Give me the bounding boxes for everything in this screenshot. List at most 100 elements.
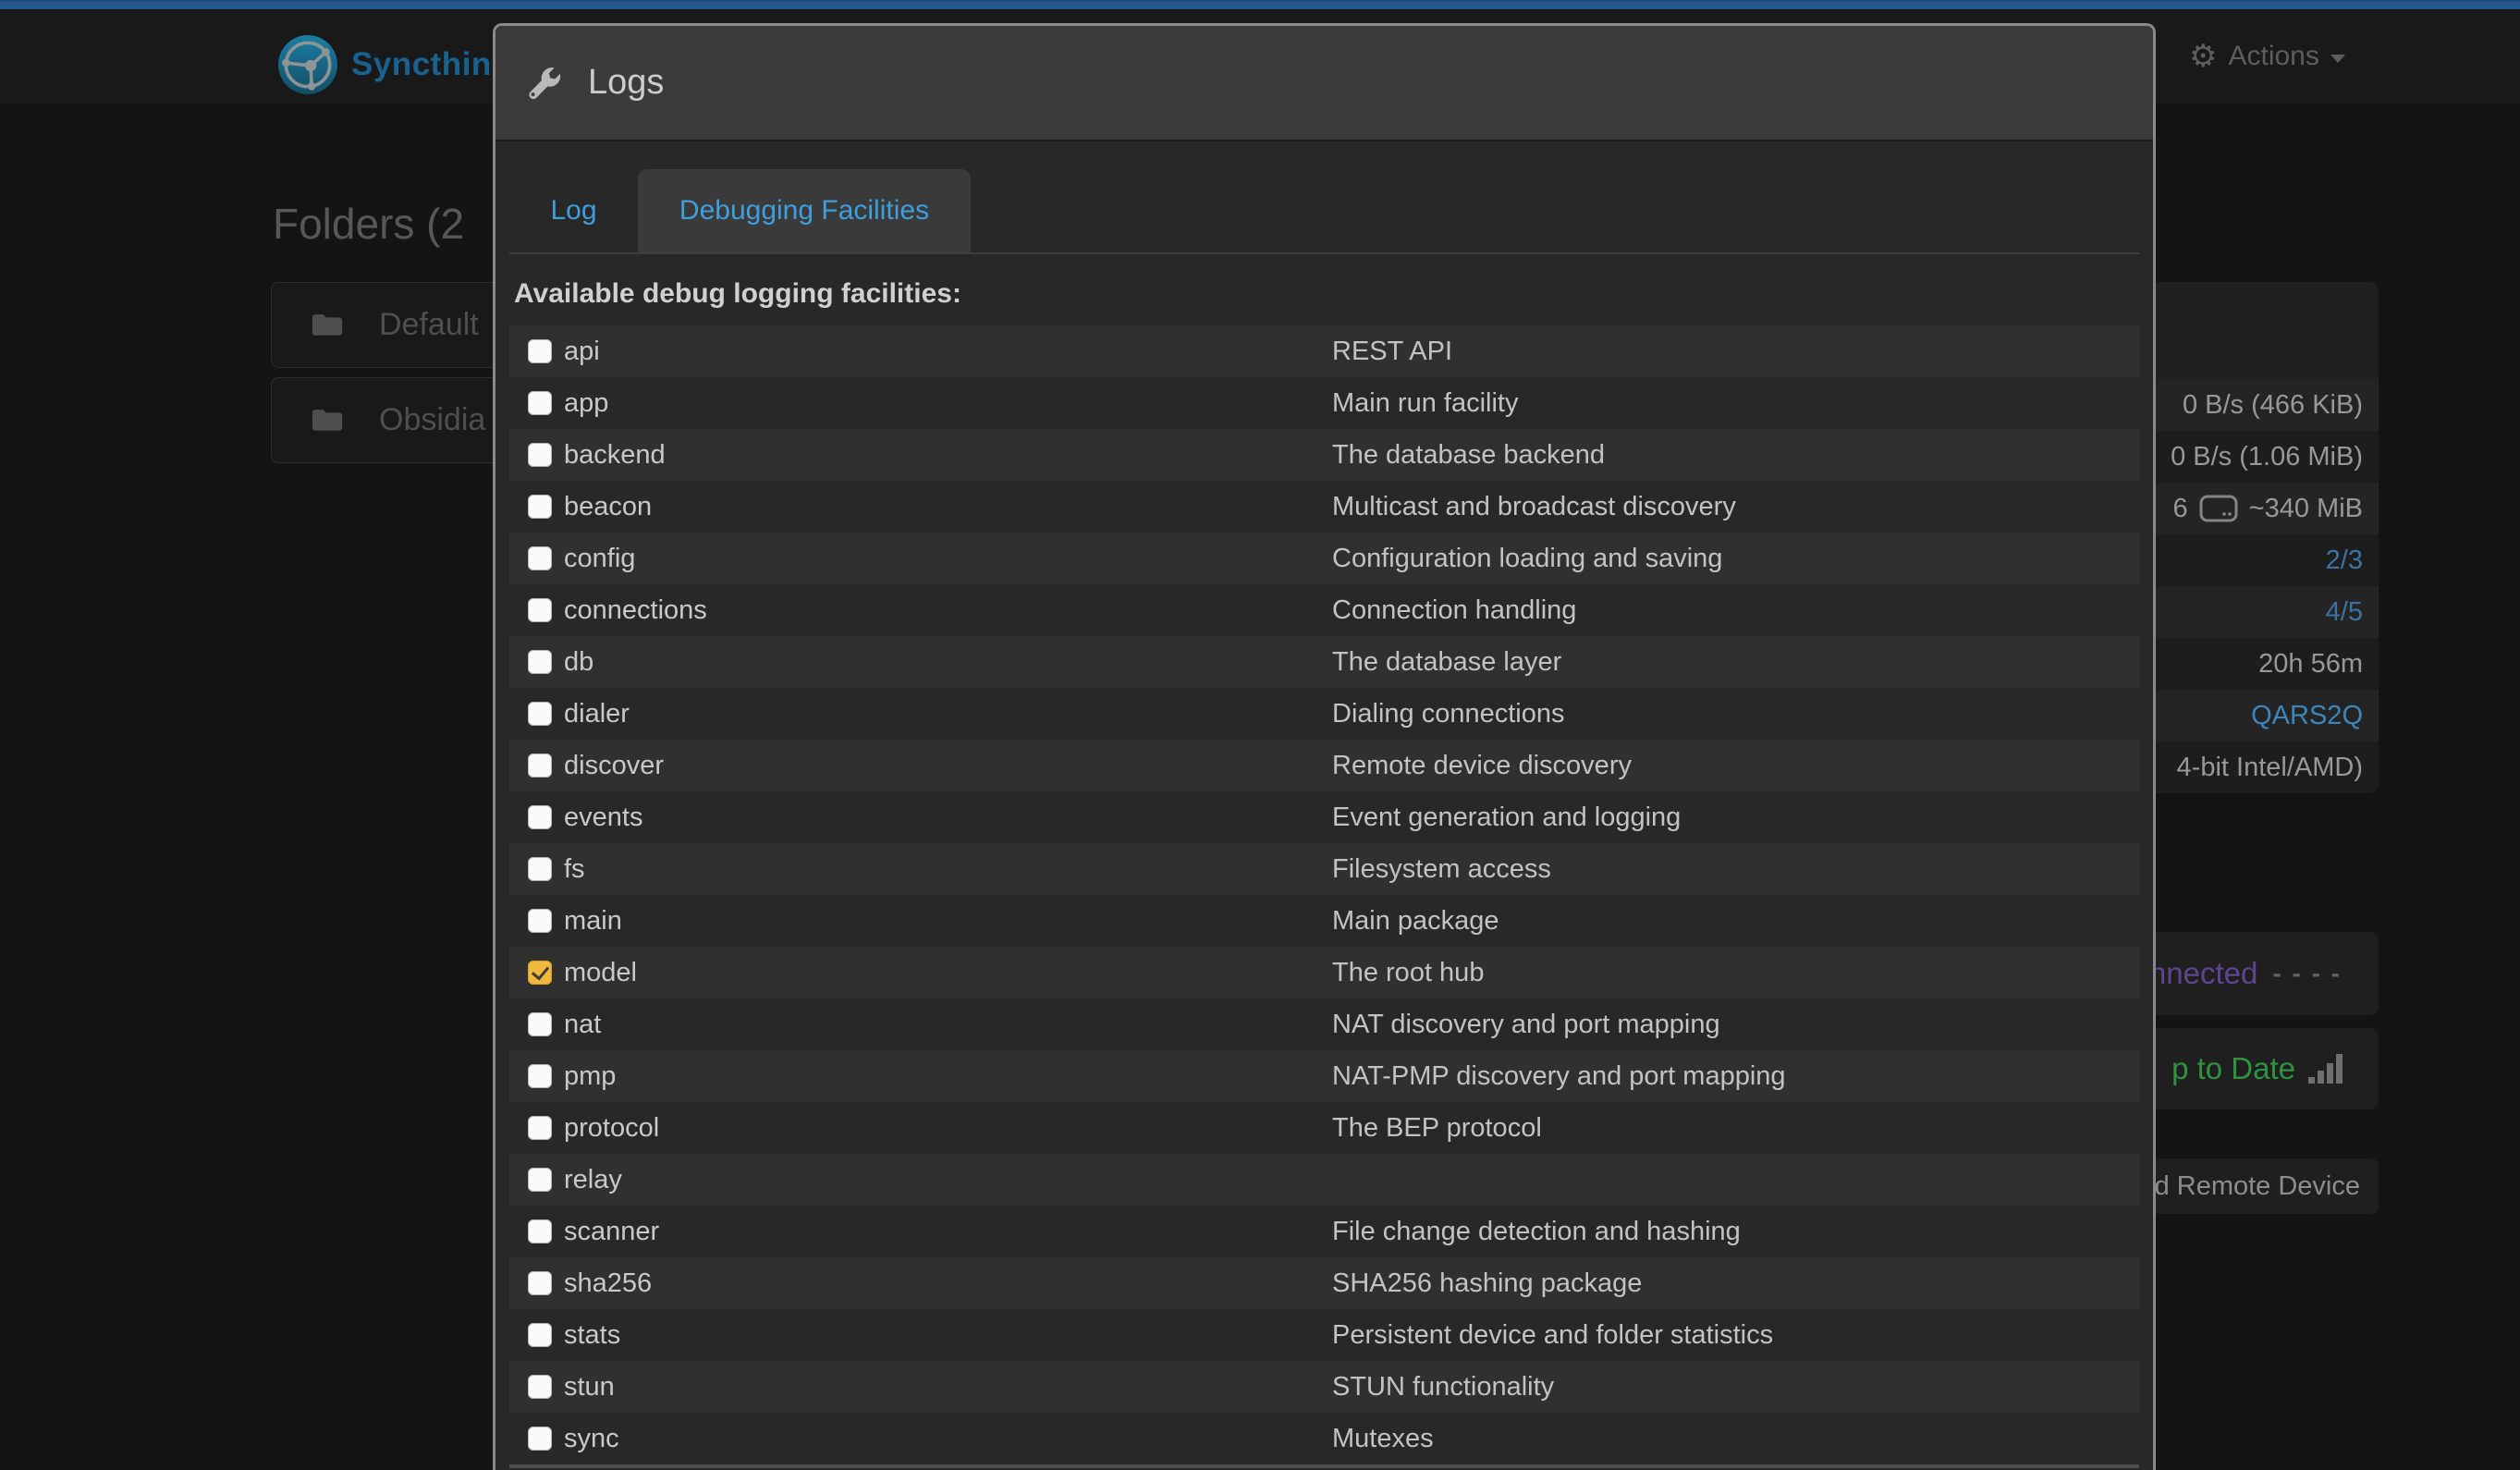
facility-name: config <box>564 544 635 574</box>
facility-row-main: main Main package <box>509 895 2139 947</box>
facility-name-cell: scanner <box>509 1217 1332 1247</box>
facility-checkbox[interactable] <box>528 961 552 985</box>
facility-name-cell: fs <box>509 854 1332 885</box>
facility-checkbox[interactable] <box>528 1064 552 1088</box>
facility-name: main <box>564 906 622 937</box>
facility-name: pmp <box>564 1061 616 1092</box>
facility-description: Dialing connections <box>1332 699 2139 729</box>
facility-name-cell: dialer <box>509 699 1332 729</box>
facility-name-cell: nat <box>509 1010 1332 1040</box>
facility-name: beacon <box>564 492 652 522</box>
facility-checkbox[interactable] <box>528 598 552 622</box>
facility-row-db: db The database layer <box>509 636 2139 688</box>
facility-name: backend <box>564 440 666 471</box>
folder-label: Default <box>379 307 479 343</box>
facility-name: dialer <box>564 699 630 729</box>
facility-row-dialer: dialer Dialing connections <box>509 688 2139 740</box>
facility-name: discover <box>564 751 664 781</box>
facility-name-cell: stun <box>509 1372 1332 1403</box>
facility-checkbox[interactable] <box>528 702 552 726</box>
facility-row-nat: nat NAT discovery and port mapping <box>509 998 2139 1050</box>
facility-name: scanner <box>564 1217 659 1247</box>
facility-checkbox[interactable] <box>528 1219 552 1243</box>
tab-log[interactable]: Log <box>509 169 638 252</box>
actions-menu-button[interactable]: ⚙ Actions <box>2189 9 2345 104</box>
facility-name-cell: relay <box>509 1165 1332 1195</box>
facility-row-sha256: sha256 SHA256 hashing package <box>509 1257 2139 1309</box>
folder-icon <box>311 312 344 338</box>
facility-description: File change detection and hashing <box>1332 1217 2139 1247</box>
facility-checkbox[interactable] <box>528 391 552 415</box>
logs-modal-header: Logs <box>495 26 2153 141</box>
facility-description: The root hub <box>1332 958 2139 988</box>
facility-name: model <box>564 958 637 988</box>
logs-modal: Logs Log Debugging Facilities Available … <box>493 23 2156 1470</box>
status-value: ~340 MiB <box>2249 494 2363 524</box>
facility-description: Remote device discovery <box>1332 751 2139 781</box>
folder-icon <box>311 408 344 434</box>
status-value: QARS2Q <box>2251 701 2363 731</box>
facility-description: NAT-PMP discovery and port mapping <box>1332 1061 2139 1092</box>
actions-label: Actions <box>2228 41 2318 72</box>
facility-description: REST API <box>1332 337 2139 367</box>
facility-description: Connection handling <box>1332 595 2139 626</box>
facility-checkbox[interactable] <box>528 805 552 829</box>
facility-row-app: app Main run facility <box>509 377 2139 429</box>
facility-description: STUN functionality <box>1332 1372 2139 1403</box>
facility-row-discover: discover Remote device discovery <box>509 740 2139 791</box>
facility-description: Configuration loading and saving <box>1332 544 2139 574</box>
facility-checkbox[interactable] <box>528 1116 552 1140</box>
facility-checkbox[interactable] <box>528 1427 552 1451</box>
folders-heading: Folders (2 <box>273 199 464 249</box>
facility-checkbox[interactable] <box>528 1323 552 1347</box>
tab-debugging-facilities[interactable]: Debugging Facilities <box>638 169 971 252</box>
facility-checkbox[interactable] <box>528 1271 552 1295</box>
status-value: 4/5 <box>2326 597 2363 628</box>
status-value: 4-bit Intel/AMD) <box>2177 753 2363 783</box>
facility-name-cell: stats <box>509 1320 1332 1351</box>
facility-checkbox[interactable] <box>528 546 552 570</box>
facility-checkbox[interactable] <box>528 909 552 933</box>
facility-checkbox[interactable] <box>528 339 552 363</box>
facility-name-cell: config <box>509 544 1332 574</box>
status-prefix: 6 <box>2173 494 2188 524</box>
facility-name: app <box>564 388 608 419</box>
facility-name: stun <box>564 1372 615 1403</box>
facility-description: Mutexes <box>1332 1424 2139 1454</box>
facility-name: fs <box>564 854 585 885</box>
facility-checkbox[interactable] <box>528 1168 552 1192</box>
facility-description: Event generation and logging <box>1332 802 2139 833</box>
facility-name: stats <box>564 1320 620 1351</box>
device-identicon-dots: - - - - <box>2272 959 2342 988</box>
add-remote-device-label: d Remote Device <box>2155 1171 2360 1202</box>
facility-name: api <box>564 337 600 367</box>
facility-checkbox[interactable] <box>528 857 552 881</box>
facility-name: relay <box>564 1165 622 1195</box>
brand[interactable]: Syncthing <box>277 34 512 95</box>
facility-name: protocol <box>564 1113 659 1144</box>
facility-row-pmp: pmp NAT-PMP discovery and port mapping <box>509 1050 2139 1102</box>
facility-checkbox[interactable] <box>528 650 552 674</box>
facility-name: nat <box>564 1010 601 1040</box>
facility-row-config: config Configuration loading and saving <box>509 533 2139 584</box>
facility-description: The BEP protocol <box>1332 1113 2139 1144</box>
facility-description: Persistent device and folder statistics <box>1332 1320 2139 1351</box>
facility-row-backend: backend The database backend <box>509 429 2139 481</box>
facility-checkbox[interactable] <box>528 753 552 778</box>
facility-name-cell: main <box>509 906 1332 937</box>
facility-description: Main run facility <box>1332 388 2139 419</box>
facility-name: connections <box>564 595 707 626</box>
facility-name-cell: events <box>509 802 1332 833</box>
facility-checkbox[interactable] <box>528 443 552 467</box>
facility-description: SHA256 hashing package <box>1332 1268 2139 1299</box>
facility-checkbox[interactable] <box>528 495 552 519</box>
facility-checkbox[interactable] <box>528 1375 552 1399</box>
facility-name-cell: db <box>509 647 1332 678</box>
syncthing-logo-icon <box>277 34 338 95</box>
facility-row-scanner: scanner File change detection and hashin… <box>509 1206 2139 1257</box>
status-value: 2/3 <box>2326 545 2363 576</box>
logs-tabs: Log Debugging Facilities <box>509 169 2139 254</box>
facility-checkbox[interactable] <box>528 1012 552 1036</box>
facility-description: The database layer <box>1332 647 2139 678</box>
facilities-heading: Available debug logging facilities: <box>514 278 2139 310</box>
